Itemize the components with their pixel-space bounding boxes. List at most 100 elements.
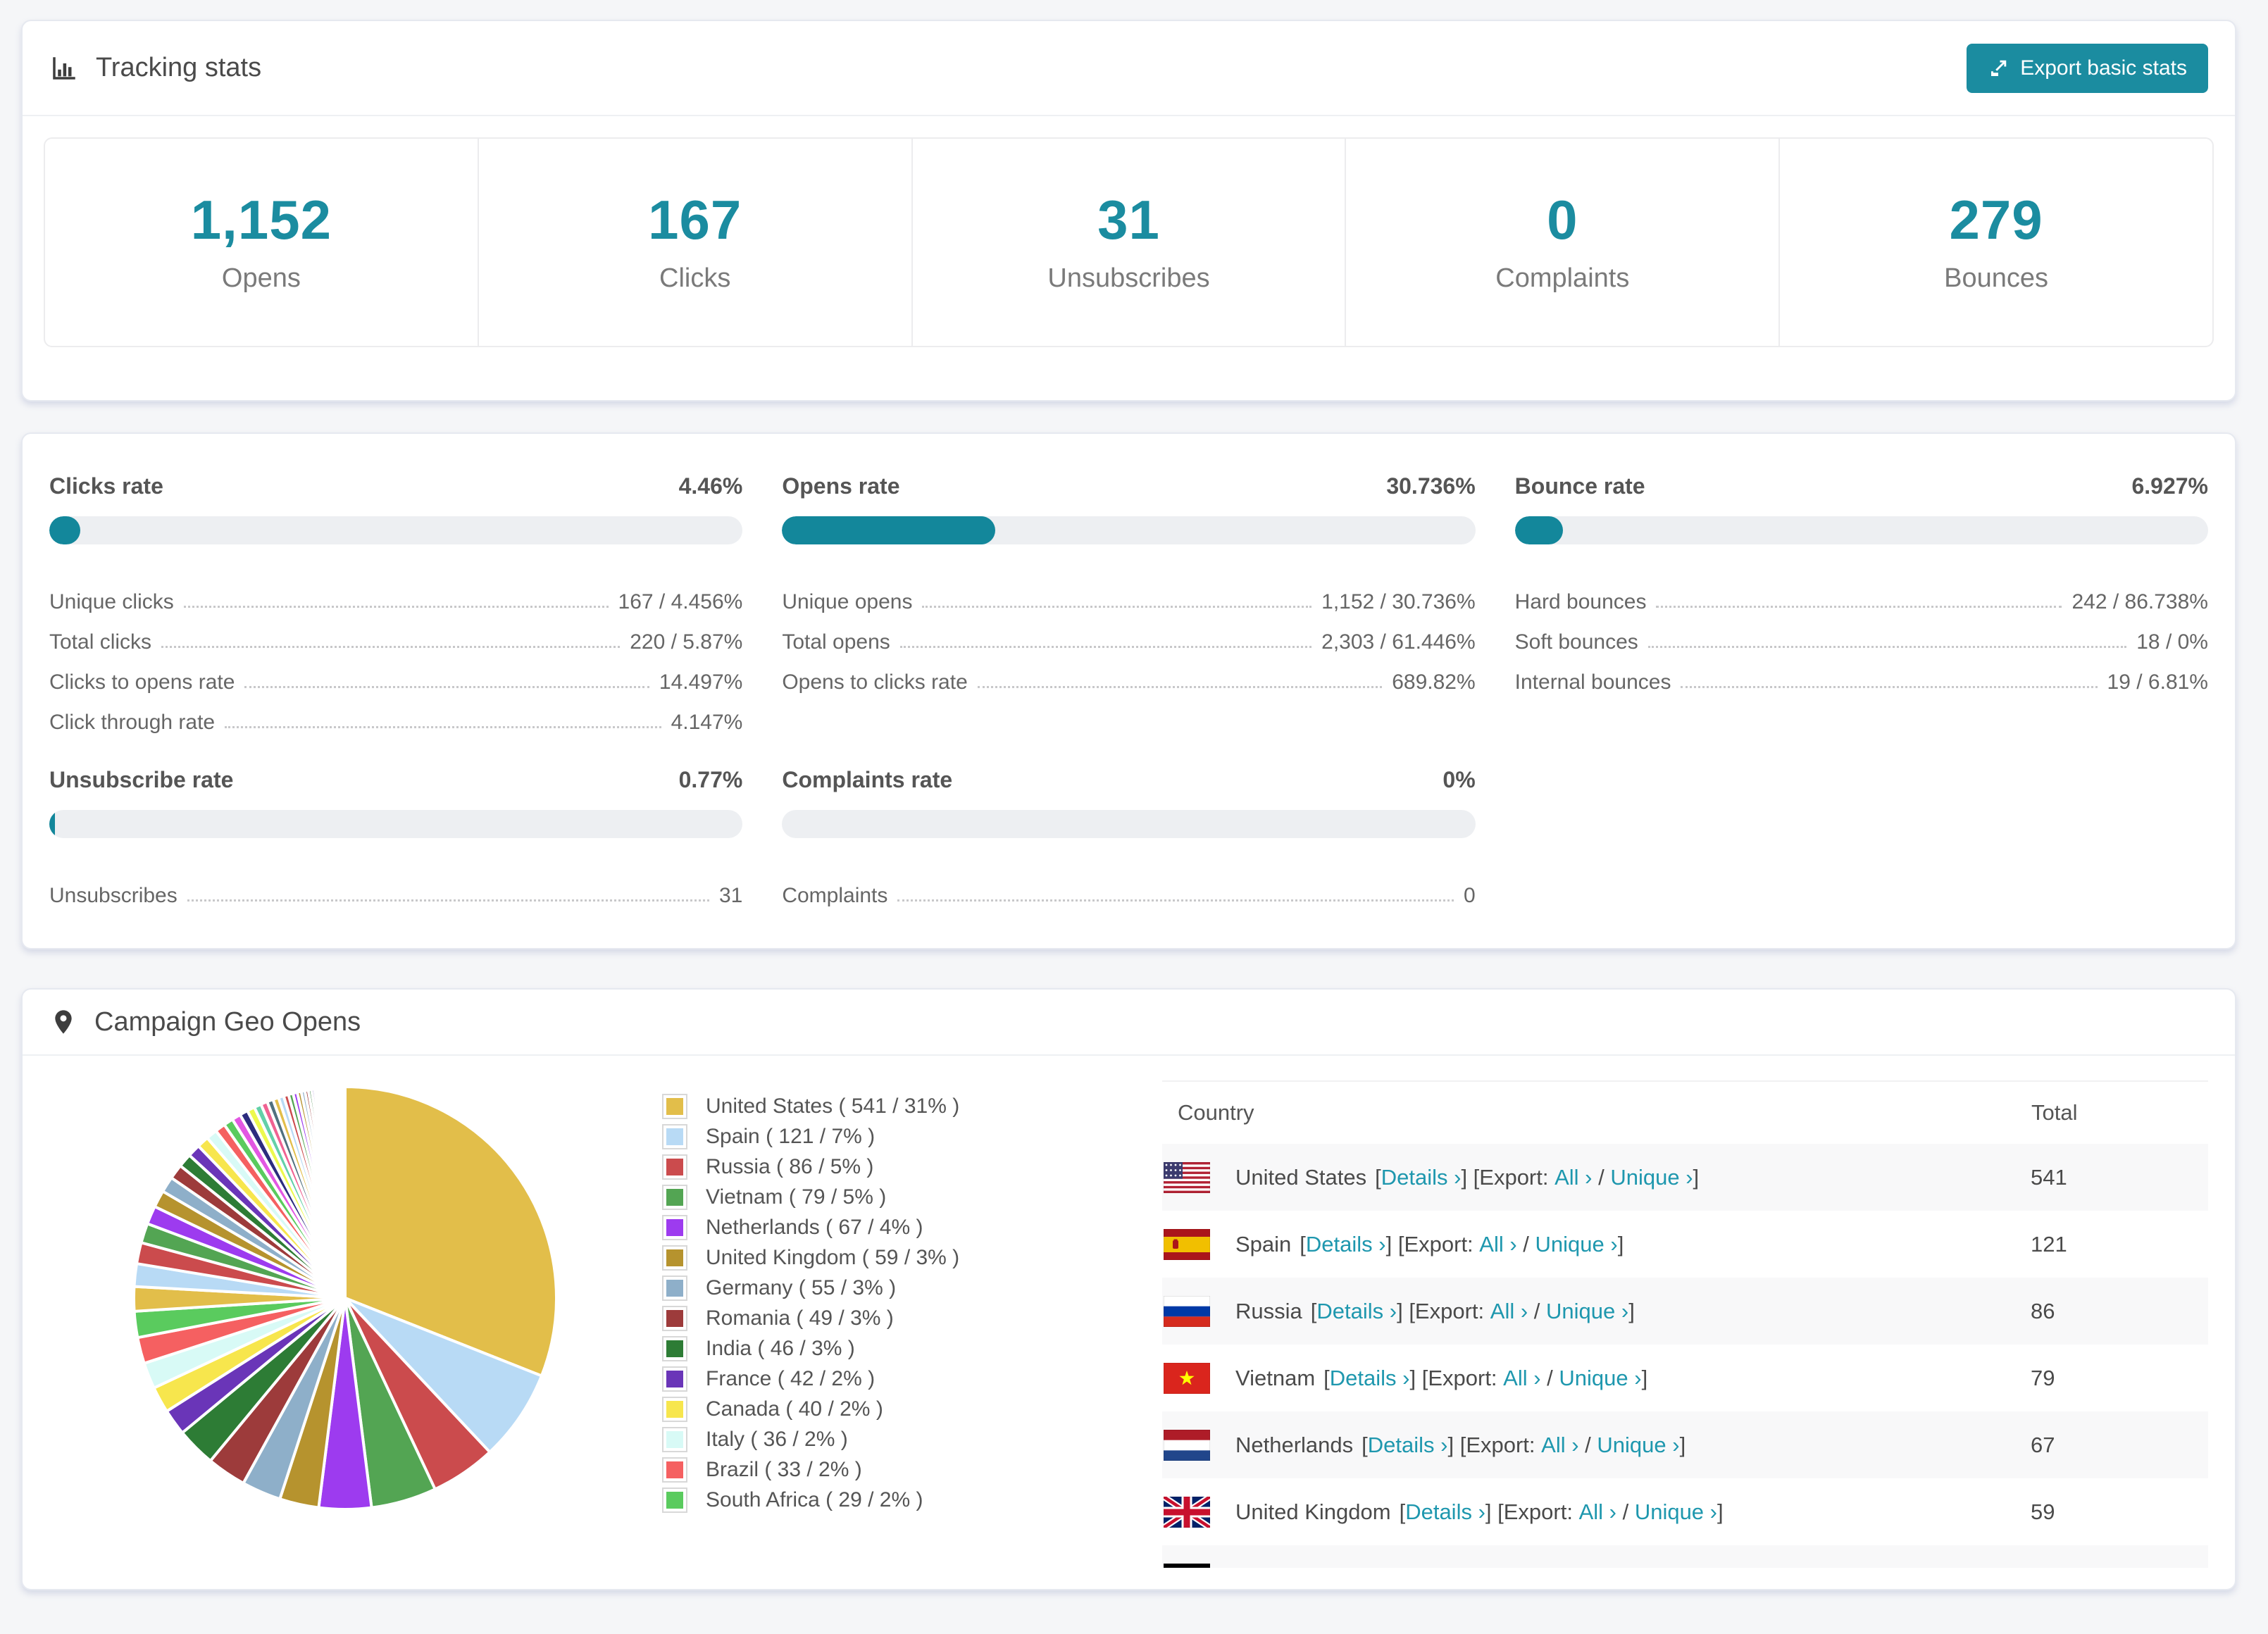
export-all-link[interactable]: All ›	[1479, 1232, 1516, 1257]
rate-value: 6.927%	[2131, 473, 2208, 499]
export-label: ] [Export:	[1420, 1566, 1514, 1568]
bracket: [	[1362, 1432, 1368, 1457]
stat-value: 1,152	[190, 189, 332, 251]
country-total: 55	[2031, 1545, 2208, 1568]
detail-value: 19 / 6.81%	[2107, 671, 2208, 694]
dotted-leader	[899, 646, 1312, 648]
detail-row: Clicks to opens rate 14.497%	[49, 654, 742, 694]
dotted-leader	[225, 726, 661, 728]
export-basic-stats-button[interactable]: Export basic stats	[1967, 43, 2208, 93]
details-link[interactable]: Details ›	[1405, 1499, 1485, 1525]
details-link[interactable]: Details ›	[1316, 1299, 1397, 1324]
detail-label: Total opens	[782, 630, 890, 654]
stat-label: Complaints	[1495, 263, 1630, 293]
legend-label: Canada ( 40 / 2% )	[706, 1397, 883, 1421]
legend-swatch	[662, 1396, 687, 1422]
rate-value: 30.736%	[1386, 473, 1476, 499]
legend-label: Spain ( 121 / 7% )	[706, 1124, 876, 1148]
export-unique-link[interactable]: Unique ›	[1569, 1566, 1652, 1568]
stat-box: 279 Bounces	[1778, 139, 2212, 346]
detail-label: Unique opens	[782, 590, 913, 613]
legend-item: Spain ( 121 / 7% )	[662, 1121, 1162, 1152]
stat-label: Bounces	[1944, 263, 2049, 293]
country-total: 121	[2031, 1231, 2067, 1256]
dotted-leader	[897, 899, 1454, 902]
table-row: Vietnam [Details ›] [Export: All › / Uniq…	[1162, 1345, 2208, 1411]
dotted-leader	[1647, 646, 2127, 648]
detail-label: Internal bounces	[1514, 671, 1671, 694]
export-unique-link[interactable]: Unique ›	[1610, 1165, 1693, 1190]
stat-label: Opens	[221, 263, 301, 293]
rate-value: 0%	[1443, 767, 1476, 792]
geo-pie-chart	[49, 1056, 662, 1527]
map-pin-icon	[49, 1008, 77, 1036]
bounce-rate-block: Bounce rate 6.927% Hard bounces 242 / 86.…	[1514, 455, 2208, 735]
detail-label: Complaints	[782, 884, 888, 907]
separator: /	[1578, 1432, 1597, 1457]
stats-summary-row: 1,152 Opens 167 Clicks 31 Unsubscribes 0…	[44, 137, 2214, 347]
geo-content: United States ( 541 / 31% ) Spain ( 121 …	[23, 1056, 2235, 1568]
opens-rate-block: Opens rate 30.736% Unique opens 1,152 / 3…	[782, 455, 1476, 735]
country-name: United Kingdom	[1235, 1499, 1391, 1524]
legend-item: India ( 46 / 3% )	[662, 1333, 1162, 1364]
export-unique-link[interactable]: Unique ›	[1535, 1232, 1618, 1257]
export-unique-link[interactable]: Unique ›	[1635, 1499, 1717, 1525]
details-link[interactable]: Details ›	[1381, 1165, 1462, 1190]
rates-grid: Clicks rate 4.46% Unique clicks 167 / 4.4…	[49, 455, 2208, 908]
legend-swatch	[662, 1335, 687, 1361]
dotted-leader	[1656, 606, 2062, 608]
legend-item: United States ( 541 / 31% )	[662, 1091, 1162, 1121]
export-unique-link[interactable]: Unique ›	[1597, 1433, 1679, 1458]
bar-chart-icon	[49, 54, 79, 83]
geo-title: Campaign Geo Opens	[94, 1006, 361, 1037]
country-flag-icon	[1164, 1362, 1210, 1394]
details-link[interactable]: Details ›	[1330, 1366, 1410, 1391]
legend-item: France ( 42 / 2% )	[662, 1364, 1162, 1394]
bracket: ]	[1641, 1365, 1648, 1390]
export-all-link[interactable]: All ›	[1541, 1433, 1578, 1458]
detail-label: Clicks to opens rate	[49, 671, 235, 694]
legend-swatch	[662, 1184, 687, 1210]
detail-value: 242 / 86.738%	[2071, 590, 2208, 613]
country-flag-icon	[1164, 1429, 1210, 1461]
detail-value: 4.147%	[671, 711, 743, 734]
detail-label: Soft bounces	[1514, 630, 1638, 654]
bounce-rate-progressbar	[1514, 516, 2208, 544]
complaints-rate-progressbar	[782, 810, 1476, 838]
legend-item: Romania ( 49 / 3% )	[662, 1303, 1162, 1333]
export-icon	[1988, 58, 2009, 79]
pie-chart-svg	[132, 1085, 558, 1511]
unsubscribe-rate-block: Unsubscribe rate 0.77% Unsubscribes 31	[49, 749, 743, 908]
export-all-link[interactable]: All ›	[1513, 1566, 1550, 1568]
country-flag-icon	[1164, 1496, 1210, 1528]
details-link[interactable]: Details ›	[1368, 1433, 1448, 1458]
country-total: 86	[2031, 1298, 2055, 1323]
legend-label: Netherlands ( 67 / 4% )	[706, 1215, 923, 1239]
country-name: United States	[1235, 1164, 1367, 1190]
detail-row: Complaints 0	[782, 868, 1475, 908]
separator: /	[1551, 1566, 1569, 1568]
export-all-link[interactable]: All ›	[1579, 1499, 1616, 1525]
dotted-leader	[183, 606, 609, 608]
detail-value: 220 / 5.87%	[630, 630, 743, 654]
country-total: 541	[2031, 1164, 2067, 1190]
detail-row: Internal bounces 19 / 6.81%	[1515, 654, 2208, 694]
export-unique-link[interactable]: Unique ›	[1546, 1299, 1628, 1324]
export-all-link[interactable]: All ›	[1554, 1165, 1592, 1190]
country-flag-icon	[1164, 1563, 1210, 1568]
export-unique-link[interactable]: Unique ›	[1559, 1366, 1641, 1391]
pie-legend: United States ( 541 / 31% ) Spain ( 121 …	[662, 1056, 1162, 1515]
legend-item: South Africa ( 29 / 2% )	[662, 1485, 1162, 1515]
details-link[interactable]: Details ›	[1340, 1566, 1420, 1568]
geo-header: Campaign Geo Opens	[23, 990, 2235, 1056]
export-all-link[interactable]: All ›	[1503, 1366, 1540, 1391]
legend-label: France ( 42 / 2% )	[706, 1366, 876, 1390]
detail-row: Unique opens 1,152 / 30.736%	[782, 574, 1475, 614]
country-name: Russia	[1235, 1298, 1302, 1323]
details-link[interactable]: Details ›	[1306, 1232, 1386, 1257]
detail-row: Opens to clicks rate 689.82%	[782, 654, 1475, 694]
country-total: 79	[2031, 1365, 2055, 1390]
bracket: ]	[1679, 1432, 1686, 1457]
legend-label: United States ( 541 / 31% )	[706, 1094, 960, 1118]
export-all-link[interactable]: All ›	[1490, 1299, 1528, 1324]
